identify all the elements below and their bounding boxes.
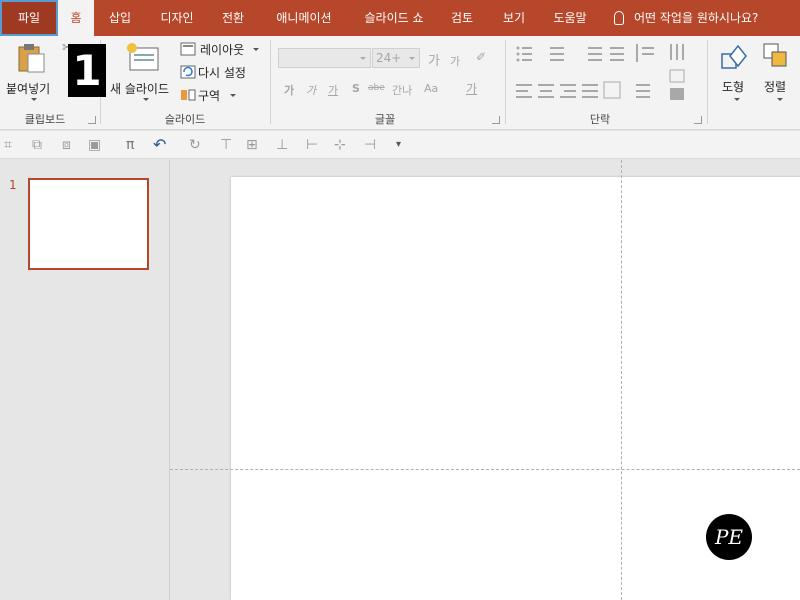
tab-file[interactable]: 파일	[0, 0, 58, 36]
shapes-button[interactable]: 도형	[714, 40, 756, 106]
step-number-badge: 1	[68, 44, 106, 97]
slides-group-label: 슬라이드	[164, 113, 206, 126]
align-left-icon[interactable]: ⊢	[306, 137, 318, 153]
picture-icon[interactable]: ▣	[88, 137, 101, 153]
font-size-box[interactable]: 24+	[372, 48, 420, 68]
undo-icon[interactable]: ↶	[153, 137, 166, 153]
tell-me-text: 어떤 작업을 원하시나요?	[634, 11, 759, 25]
paste-button[interactable]: 붙여넣기	[4, 40, 56, 104]
slide-thumbnail[interactable]	[28, 178, 149, 270]
font-name-box[interactable]	[278, 48, 371, 68]
clipboard-launcher-icon[interactable]	[88, 116, 96, 124]
section-icon	[181, 89, 196, 101]
ungroup-icon[interactable]: ⧈	[62, 137, 71, 153]
section-label: 구역	[198, 89, 221, 103]
font-color-button[interactable]: 가	[466, 80, 477, 97]
layout-icon	[180, 42, 196, 56]
ribbon-tab-bar: 파일 홈 삽입 디자인 전환 애니메이션 슬라이드 쇼 검토 보기 도움말 어떤…	[0, 0, 800, 36]
clipboard-group-label: 클립보드	[24, 113, 66, 126]
arrange-button[interactable]: 정렬	[758, 40, 798, 106]
slide-number: 1	[9, 178, 17, 192]
shapes-dropdown-icon	[734, 98, 740, 101]
reset-label: 다시 설정	[198, 66, 246, 80]
paste-dropdown-icon	[31, 98, 37, 101]
align-center-icon[interactable]: ⊹	[334, 137, 346, 153]
grow-font-button[interactable]: 가	[428, 50, 440, 69]
tab-review[interactable]: 검토	[445, 0, 479, 36]
italic-button[interactable]: 가	[306, 82, 316, 98]
clear-format-icon[interactable]: ✐	[476, 50, 486, 64]
layout-dropdown-icon	[253, 48, 259, 51]
font-launcher-icon[interactable]	[492, 116, 500, 124]
quick-access-toolbar: ⌗ ⧉ ⧈ ▣ π ↶ ↻ ⊤ ⊞ ⊥ ⊢ ⊹ ⊣ ▾	[0, 131, 800, 159]
font-name-dropdown-icon	[360, 57, 366, 60]
clipboard-icon	[18, 44, 45, 73]
tab-view[interactable]: 보기	[497, 0, 531, 36]
arrange-dropdown-icon	[777, 98, 783, 101]
font-size-value: 24+	[376, 51, 402, 65]
tab-insert[interactable]: 삽입	[102, 0, 138, 36]
equation-icon[interactable]: π	[126, 137, 134, 153]
shapes-icon	[721, 44, 747, 69]
strikethrough-button[interactable]: abe	[368, 83, 385, 93]
tab-animations[interactable]: 애니메이션	[267, 0, 341, 36]
arrange-icon	[763, 43, 787, 67]
tab-transitions[interactable]: 전환	[215, 0, 251, 36]
paragraph-group-label: 단락	[589, 113, 611, 126]
customize-toolbar-icon[interactable]: ▾	[396, 137, 401, 153]
tab-home[interactable]: 홈	[58, 0, 94, 36]
watermark-logo: PE	[706, 514, 752, 560]
shadow-button[interactable]: S	[352, 82, 360, 95]
shapes-label: 도형	[722, 80, 745, 94]
paragraph-controls-icon	[516, 44, 685, 100]
lightbulb-icon	[614, 10, 624, 25]
align-right-icon[interactable]: ⊣	[364, 137, 376, 153]
vertical-guide[interactable]	[621, 160, 622, 600]
horizontal-guide[interactable]	[170, 469, 800, 470]
group-icon[interactable]: ⧉	[32, 137, 42, 153]
new-slide-dropdown-icon	[143, 98, 149, 101]
layout-label: 레이아웃	[200, 43, 245, 57]
section-dropdown-icon	[230, 94, 236, 97]
tab-design[interactable]: 디자인	[153, 0, 201, 36]
paste-label: 붙여넣기	[6, 82, 51, 96]
redo-icon[interactable]: ↻	[189, 137, 201, 153]
tab-slideshow[interactable]: 슬라이드 쇼	[355, 0, 433, 36]
align-bottom-icon[interactable]: ⊥	[276, 137, 288, 153]
new-slide-icon	[127, 43, 159, 71]
reset-icon	[180, 65, 196, 79]
paragraph-launcher-icon[interactable]	[694, 116, 702, 124]
bold-button[interactable]: 가	[284, 82, 294, 98]
ribbon: 붙여넣기 ✂ 클립보드 새 슬라이드 레이아웃 다시 설정 구역 슬라이드	[0, 36, 800, 130]
font-group-label: 글꼴	[374, 113, 396, 126]
align-middle-icon[interactable]: ⊞	[246, 137, 258, 153]
underline-button[interactable]: 가	[328, 82, 338, 98]
tab-help[interactable]: 도움말	[546, 0, 594, 36]
slide-thumbnail-pane: 1	[0, 160, 170, 600]
new-slide-button[interactable]: 새 슬라이드	[108, 40, 176, 104]
shrink-font-button[interactable]: 가	[450, 53, 460, 69]
new-slide-label: 새 슬라이드	[110, 82, 170, 96]
change-case-button[interactable]: Aa	[424, 82, 438, 95]
align-top-icon[interactable]: ⊤	[220, 137, 232, 153]
group-divider	[707, 40, 708, 124]
tell-me-search[interactable]: 어떤 작업을 원하시나요?	[614, 0, 758, 36]
arrange-label: 정렬	[764, 80, 787, 94]
crop-icon[interactable]: ⌗	[4, 137, 12, 153]
font-size-dropdown-icon	[409, 57, 415, 60]
char-spacing-button[interactable]: 간나	[392, 82, 412, 98]
